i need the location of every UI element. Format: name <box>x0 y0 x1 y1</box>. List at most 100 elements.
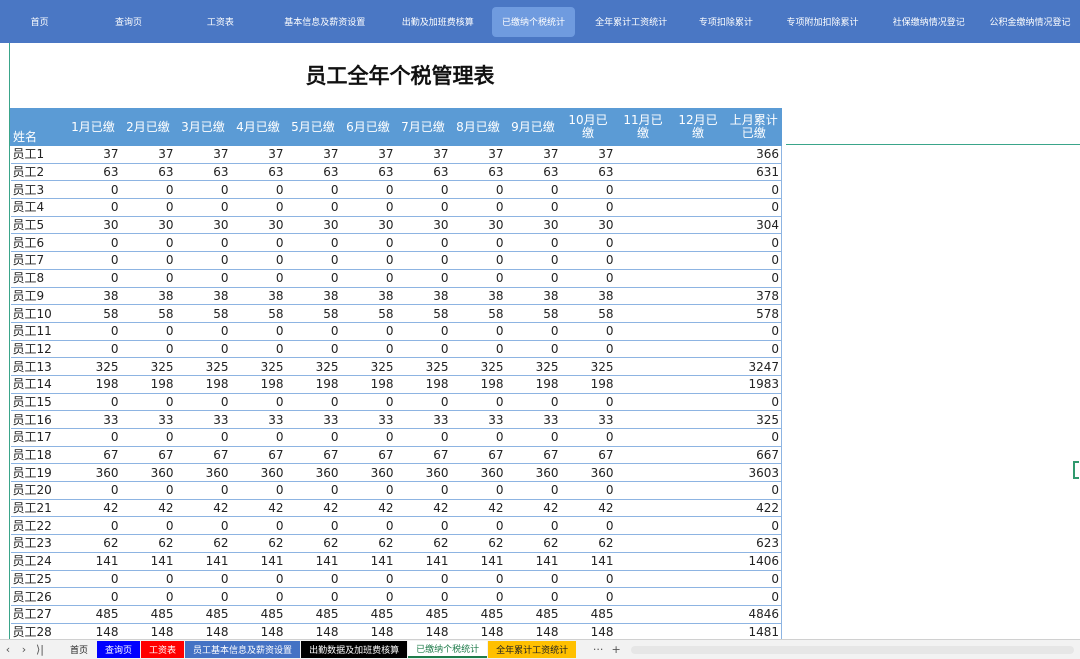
employee-name-cell[interactable]: 员工27 <box>11 605 66 623</box>
cumulative-tax-cell[interactable]: 0 <box>726 393 782 411</box>
month-tax-cell[interactable]: 0 <box>121 199 176 217</box>
month-tax-cell[interactable]: 0 <box>341 269 396 287</box>
nav-item[interactable]: 公积金缴纳情况登记 <box>980 7 1080 37</box>
month-tax-cell[interactable]: 38 <box>66 287 121 305</box>
month-tax-cell[interactable]: 0 <box>176 429 231 447</box>
month-tax-cell[interactable]: 30 <box>66 216 121 234</box>
month-tax-cell[interactable] <box>616 570 671 588</box>
cumulative-tax-cell[interactable]: 0 <box>726 340 782 358</box>
cumulative-tax-cell[interactable]: 0 <box>726 199 782 217</box>
month-tax-cell[interactable]: 360 <box>396 464 451 482</box>
month-tax-cell[interactable] <box>671 234 726 252</box>
month-tax-cell[interactable]: 485 <box>451 605 506 623</box>
month-tax-cell[interactable]: 58 <box>561 305 616 323</box>
month-tax-cell[interactable]: 0 <box>66 517 121 535</box>
month-tax-cell[interactable]: 141 <box>451 552 506 570</box>
month-tax-cell[interactable]: 0 <box>121 340 176 358</box>
employee-name-cell[interactable]: 员工20 <box>11 482 66 500</box>
month-tax-cell[interactable] <box>671 269 726 287</box>
month-tax-cell[interactable]: 67 <box>176 446 231 464</box>
month-tax-cell[interactable]: 0 <box>451 199 506 217</box>
month-tax-cell[interactable]: 0 <box>121 588 176 606</box>
month-tax-cell[interactable]: 0 <box>341 252 396 270</box>
employee-name-cell[interactable]: 员工13 <box>11 358 66 376</box>
month-tax-cell[interactable]: 0 <box>231 517 286 535</box>
month-tax-cell[interactable]: 0 <box>176 322 231 340</box>
month-tax-cell[interactable]: 62 <box>231 535 286 553</box>
next-icon[interactable]: › <box>16 643 32 656</box>
month-tax-cell[interactable]: 33 <box>121 411 176 429</box>
month-tax-cell[interactable]: 58 <box>286 305 341 323</box>
month-tax-cell[interactable]: 0 <box>451 482 506 500</box>
cumulative-tax-cell[interactable]: 0 <box>726 429 782 447</box>
month-tax-cell[interactable]: 0 <box>341 340 396 358</box>
employee-name-cell[interactable]: 员工7 <box>11 252 66 270</box>
month-tax-cell[interactable]: 0 <box>286 517 341 535</box>
cumulative-tax-cell[interactable]: 0 <box>726 234 782 252</box>
month-tax-cell[interactable]: 0 <box>121 181 176 199</box>
month-tax-cell[interactable]: 0 <box>561 269 616 287</box>
month-tax-cell[interactable] <box>616 181 671 199</box>
month-tax-cell[interactable]: 0 <box>231 234 286 252</box>
employee-name-cell[interactable]: 员工12 <box>11 340 66 358</box>
month-tax-cell[interactable]: 30 <box>231 216 286 234</box>
month-tax-cell[interactable]: 0 <box>451 234 506 252</box>
month-tax-cell[interactable]: 38 <box>396 287 451 305</box>
month-tax-cell[interactable]: 0 <box>506 269 561 287</box>
month-tax-cell[interactable]: 0 <box>561 340 616 358</box>
month-tax-cell[interactable] <box>616 411 671 429</box>
month-tax-cell[interactable] <box>671 429 726 447</box>
month-tax-cell[interactable]: 58 <box>341 305 396 323</box>
month-tax-cell[interactable]: 37 <box>561 146 616 163</box>
month-tax-cell[interactable]: 0 <box>561 429 616 447</box>
month-tax-cell[interactable]: 30 <box>396 216 451 234</box>
month-tax-cell[interactable]: 33 <box>176 411 231 429</box>
month-tax-cell[interactable]: 33 <box>341 411 396 429</box>
month-tax-cell[interactable]: 63 <box>506 163 561 181</box>
month-tax-cell[interactable]: 325 <box>286 358 341 376</box>
month-tax-cell[interactable]: 0 <box>66 181 121 199</box>
month-tax-cell[interactable]: 0 <box>561 482 616 500</box>
month-tax-cell[interactable]: 0 <box>451 269 506 287</box>
month-tax-cell[interactable]: 141 <box>396 552 451 570</box>
month-tax-cell[interactable]: 30 <box>561 216 616 234</box>
month-tax-cell[interactable]: 0 <box>231 322 286 340</box>
month-tax-cell[interactable]: 0 <box>286 429 341 447</box>
month-tax-cell[interactable] <box>616 234 671 252</box>
month-tax-cell[interactable]: 62 <box>451 535 506 553</box>
column-header[interactable]: 上月累计已缴 <box>726 108 782 146</box>
employee-name-cell[interactable]: 员工6 <box>11 234 66 252</box>
column-header[interactable]: 6月已缴 <box>341 108 396 146</box>
month-tax-cell[interactable] <box>616 375 671 393</box>
month-tax-cell[interactable]: 0 <box>231 482 286 500</box>
month-tax-cell[interactable]: 141 <box>286 552 341 570</box>
month-tax-cell[interactable]: 0 <box>341 588 396 606</box>
month-tax-cell[interactable]: 0 <box>396 588 451 606</box>
month-tax-cell[interactable]: 0 <box>66 588 121 606</box>
month-tax-cell[interactable]: 38 <box>176 287 231 305</box>
month-tax-cell[interactable]: 325 <box>561 358 616 376</box>
month-tax-cell[interactable]: 198 <box>561 375 616 393</box>
month-tax-cell[interactable]: 485 <box>396 605 451 623</box>
month-tax-cell[interactable]: 0 <box>396 269 451 287</box>
month-tax-cell[interactable] <box>616 269 671 287</box>
month-tax-cell[interactable]: 360 <box>286 464 341 482</box>
month-tax-cell[interactable]: 38 <box>451 287 506 305</box>
month-tax-cell[interactable]: 0 <box>341 429 396 447</box>
sheet-tab[interactable]: 查询页 <box>97 641 140 658</box>
cumulative-tax-cell[interactable]: 3603 <box>726 464 782 482</box>
month-tax-cell[interactable]: 33 <box>561 411 616 429</box>
month-tax-cell[interactable]: 0 <box>396 429 451 447</box>
month-tax-cell[interactable]: 58 <box>176 305 231 323</box>
column-header[interactable]: 2月已缴 <box>121 108 176 146</box>
month-tax-cell[interactable]: 38 <box>286 287 341 305</box>
month-tax-cell[interactable]: 198 <box>176 375 231 393</box>
employee-name-cell[interactable]: 员工19 <box>11 464 66 482</box>
column-header[interactable]: 7月已缴 <box>396 108 451 146</box>
month-tax-cell[interactable]: 42 <box>451 499 506 517</box>
month-tax-cell[interactable]: 33 <box>396 411 451 429</box>
month-tax-cell[interactable]: 0 <box>121 482 176 500</box>
month-tax-cell[interactable]: 0 <box>231 269 286 287</box>
sheet-tab[interactable]: 工资表 <box>141 641 184 658</box>
month-tax-cell[interactable]: 485 <box>506 605 561 623</box>
